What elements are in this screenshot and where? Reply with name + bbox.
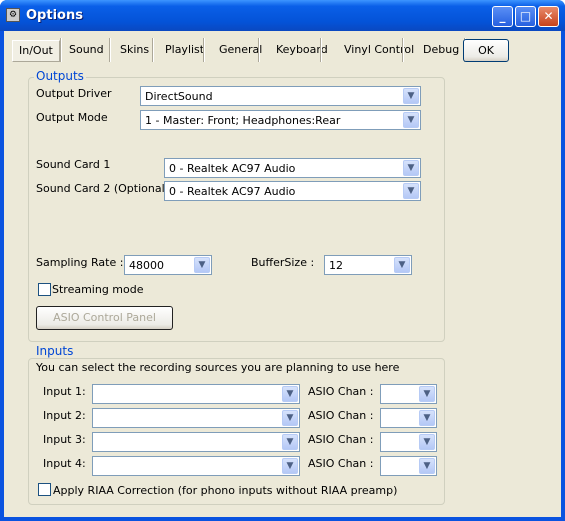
input-2-select[interactable]: ▼ — [92, 408, 300, 428]
chevron-down-icon[interactable]: ▼ — [282, 386, 298, 402]
output-driver-select[interactable]: DirectSound ▼ — [140, 86, 421, 106]
sound-card-2-select[interactable]: 0 - Realtek AC97 Audio ▼ — [164, 181, 421, 201]
chevron-down-icon[interactable]: ▼ — [419, 434, 435, 450]
maximize-button[interactable]: □ — [515, 6, 536, 27]
input-1-label: Input 1: — [43, 385, 86, 398]
sound-card-1-value: 0 - Realtek AC97 Audio — [169, 162, 296, 175]
app-icon: ⚙ — [6, 8, 20, 22]
sampling-rate-value: 48000 — [129, 259, 164, 272]
chevron-down-icon[interactable]: ▼ — [419, 386, 435, 402]
sound-card-1-select[interactable]: 0 - Realtek AC97 Audio ▼ — [164, 158, 421, 178]
chevron-down-icon[interactable]: ▼ — [394, 257, 410, 273]
tab-separator — [109, 38, 111, 62]
output-mode-label: Output Mode — [36, 111, 108, 124]
chevron-down-icon[interactable]: ▼ — [403, 183, 419, 199]
tab-separator — [402, 38, 404, 62]
output-mode-value: 1 - Master: Front; Headphones:Rear — [145, 114, 341, 127]
chevron-down-icon[interactable]: ▼ — [403, 160, 419, 176]
riaa-correction-label: Apply RIAA Correction (for phono inputs … — [53, 484, 398, 497]
tab-skins[interactable]: Skins — [114, 40, 155, 62]
dialog-body: In/Out Sound Skins Playlist General Keyb… — [4, 31, 561, 517]
tab-separator — [203, 38, 205, 62]
asio-chan-2-select[interactable]: ▼ — [380, 408, 437, 428]
tab-general[interactable]: General — [213, 40, 268, 62]
asio-control-panel-button[interactable]: ASIO Control Panel — [36, 306, 173, 330]
options-window: ⚙ Options _ □ ✕ In/Out Sound Skins Playl… — [0, 0, 565, 521]
output-mode-select[interactable]: 1 - Master: Front; Headphones:Rear ▼ — [140, 110, 421, 130]
input-4-select[interactable]: ▼ — [92, 456, 300, 476]
asio-chan-3-select[interactable]: ▼ — [380, 432, 437, 452]
title-bar[interactable]: ⚙ Options _ □ ✕ — [0, 0, 565, 31]
riaa-correction-checkbox[interactable] — [38, 483, 51, 496]
chevron-down-icon[interactable]: ▼ — [403, 88, 419, 104]
chevron-down-icon[interactable]: ▼ — [282, 410, 298, 426]
sampling-rate-label: Sampling Rate : — [36, 256, 124, 269]
chevron-down-icon[interactable]: ▼ — [282, 458, 298, 474]
tab-separator — [320, 38, 322, 62]
chevron-down-icon[interactable]: ▼ — [403, 112, 419, 128]
asio-chan-1-label: ASIO Chan : — [308, 385, 374, 398]
asio-chan-4-select[interactable]: ▼ — [380, 456, 437, 476]
tab-vinyl-control[interactable]: Vinyl Control — [338, 40, 420, 62]
output-driver-value: DirectSound — [145, 90, 213, 103]
input-4-label: Input 4: — [43, 457, 86, 470]
outputs-group-title: Outputs — [34, 69, 86, 83]
buffer-size-label: BufferSize : — [251, 256, 315, 269]
sound-card-2-value: 0 - Realtek AC97 Audio — [169, 185, 296, 198]
tab-separator — [60, 38, 62, 62]
asio-chan-4-label: ASIO Chan : — [308, 457, 374, 470]
minimize-button[interactable]: _ — [492, 6, 513, 27]
tab-sound[interactable]: Sound — [63, 40, 110, 62]
sound-card-1-label: Sound Card 1 — [36, 158, 111, 171]
sound-card-2-label: Sound Card 2 (Optional) — [36, 182, 169, 195]
input-1-select[interactable]: ▼ — [92, 384, 300, 404]
chevron-down-icon[interactable]: ▼ — [194, 257, 210, 273]
buffer-size-select[interactable]: 12 ▼ — [324, 255, 412, 275]
asio-chan-1-select[interactable]: ▼ — [380, 384, 437, 404]
tab-in-out[interactable]: In/Out — [12, 40, 60, 62]
inputs-description: You can select the recording sources you… — [36, 361, 400, 374]
tab-keyboard[interactable]: Keyboard — [270, 40, 334, 62]
streaming-mode-label: Streaming mode — [52, 283, 144, 296]
window-title: Options — [26, 8, 83, 23]
output-driver-label: Output Driver — [36, 87, 112, 100]
chevron-down-icon[interactable]: ▼ — [419, 458, 435, 474]
inputs-group-title: Inputs — [34, 344, 76, 358]
asio-chan-3-label: ASIO Chan : — [308, 433, 374, 446]
ok-button[interactable]: OK — [463, 39, 509, 62]
buffer-size-value: 12 — [329, 259, 343, 272]
sampling-rate-select[interactable]: 48000 ▼ — [124, 255, 212, 275]
chevron-down-icon[interactable]: ▼ — [282, 434, 298, 450]
input-2-label: Input 2: — [43, 409, 86, 422]
input-3-label: Input 3: — [43, 433, 86, 446]
input-3-select[interactable]: ▼ — [92, 432, 300, 452]
close-button[interactable]: ✕ — [538, 6, 559, 27]
tab-debug[interactable]: Debug — [417, 40, 465, 62]
streaming-mode-checkbox[interactable] — [38, 283, 51, 296]
tab-separator — [152, 38, 154, 62]
tab-separator — [258, 38, 260, 62]
chevron-down-icon[interactable]: ▼ — [419, 410, 435, 426]
asio-chan-2-label: ASIO Chan : — [308, 409, 374, 422]
